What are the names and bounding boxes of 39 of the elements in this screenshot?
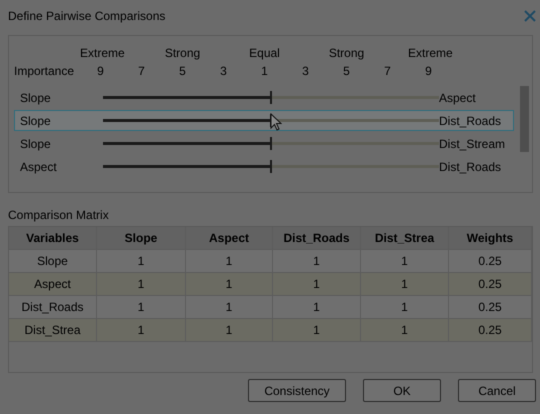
scale-value: 9 (96, 64, 105, 78)
scale-value: 1 (260, 64, 269, 78)
table-cell: Dist_Strea (9, 319, 97, 342)
scale-value: 3 (301, 64, 310, 78)
variable-label: Aspect (439, 90, 477, 104)
dialog-button[interactable]: Consistency (248, 379, 346, 402)
table-cell: 1 (186, 319, 273, 342)
variable-label: Slope (20, 90, 52, 104)
section-title: Comparison Matrix (8, 208, 110, 222)
scale-value: 3 (219, 64, 228, 78)
scale-value: 7 (137, 64, 146, 78)
table-cell: 0.25 (449, 319, 532, 342)
dialog-button[interactable]: OK (363, 379, 441, 402)
table-cell: 1 (97, 319, 186, 342)
variable-label: Dist_Roads (439, 160, 502, 174)
variable-label: Dist_Roads (439, 114, 502, 128)
window-title: Define Pairwise Comparisons (8, 9, 166, 23)
scale-value: 5 (178, 64, 187, 78)
importance-label: Importance (14, 64, 76, 78)
comparison-row[interactable]: Slope Dist_Roads (14, 110, 514, 131)
comparison-row[interactable]: Slope Dist_Stream (14, 133, 514, 154)
scrollbar[interactable] (520, 86, 529, 152)
variable-label: Slope (20, 114, 52, 128)
variable-label: Dist_Stream (439, 136, 506, 150)
variable-label: Slope (20, 136, 52, 150)
table-cell: 1 (273, 319, 361, 342)
strength-label: Strong (164, 46, 202, 60)
variable-label: Aspect (20, 160, 58, 174)
scale-value: 9 (424, 64, 433, 78)
scale-value: 7 (383, 64, 392, 78)
strength-label: Equal (248, 46, 281, 60)
pointer-icon (270, 113, 282, 131)
comparison-row[interactable]: Aspect Dist_Roads (14, 156, 514, 177)
table-cell: 1 (361, 319, 449, 342)
comparison-row[interactable]: Slope Aspect (14, 87, 514, 108)
strength-label: Strong (328, 46, 366, 60)
close-icon[interactable] (524, 10, 536, 22)
scale-value: 5 (342, 64, 351, 78)
dialog-button[interactable]: Cancel (458, 379, 536, 402)
